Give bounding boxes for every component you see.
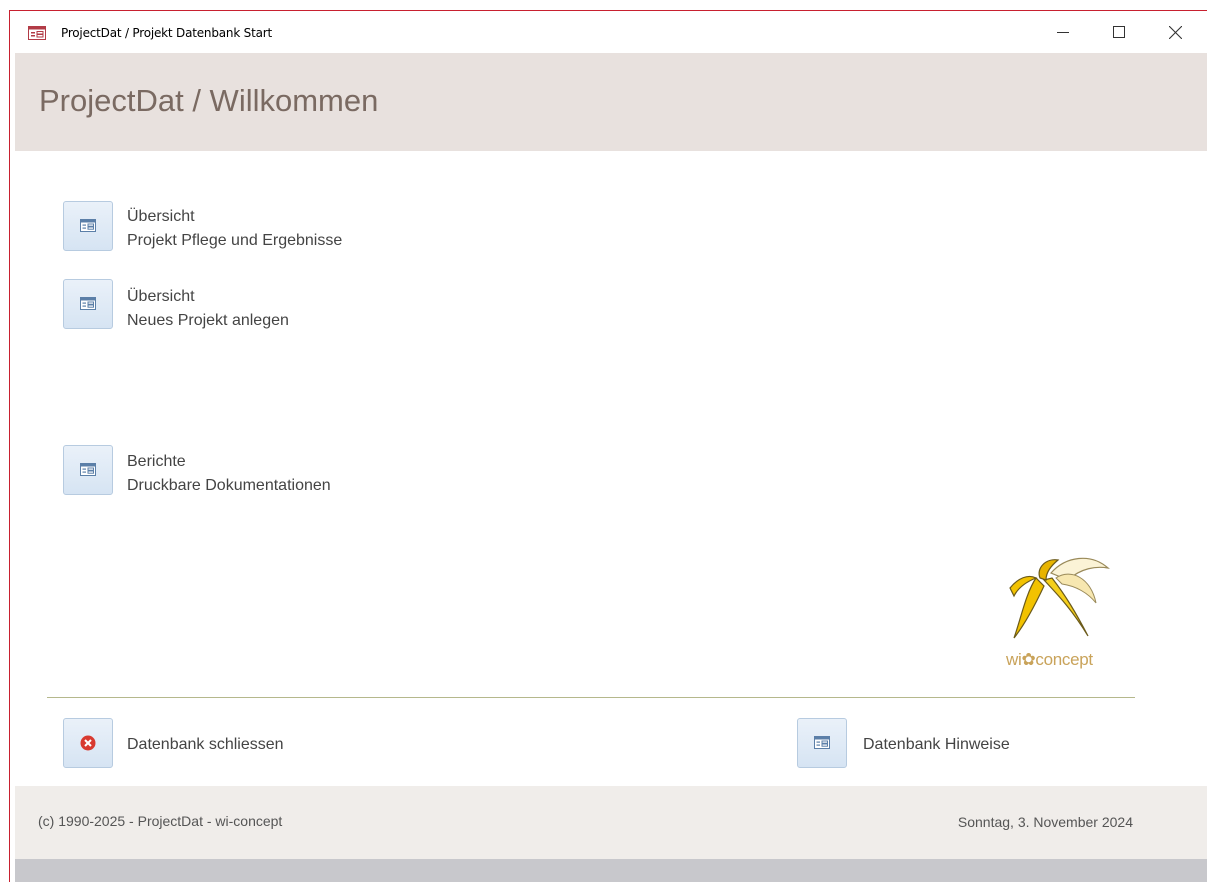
nav-item-2-subtitle: Neues Projekt anlegen — [127, 312, 289, 329]
minimize-icon — [1057, 32, 1069, 33]
maximize-icon — [1113, 26, 1125, 38]
maximize-button[interactable] — [1096, 11, 1142, 53]
logo-text: wi✿concept — [1006, 650, 1093, 669]
close-icon — [1168, 25, 1182, 39]
form-icon — [80, 219, 96, 232]
status-bar — [15, 859, 1207, 882]
footer: (c) 1990-2025 - ProjectDat - wi-concept … — [15, 786, 1207, 859]
nav-item-1-title: Übersicht — [127, 208, 195, 225]
close-window-button[interactable] — [1152, 11, 1198, 53]
new-project-button[interactable] — [63, 279, 113, 329]
app-window: ProjectDat / Projekt Datenbank Start Pro… — [9, 10, 1207, 882]
page-title: ProjectDat / Willkommen — [39, 83, 379, 118]
app-form-icon — [28, 26, 46, 45]
copyright-text: (c) 1990-2025 - ProjectDat - wi-concept — [38, 813, 283, 829]
nav-item-2-title: Übersicht — [127, 288, 195, 305]
nav-item-3-subtitle: Druckbare Dokumentationen — [127, 477, 331, 494]
divider — [47, 697, 1135, 698]
database-hints-button[interactable] — [797, 718, 847, 768]
nav-item-1-subtitle: Projekt Pflege und Ergebnisse — [127, 232, 343, 249]
close-database-label: Datenbank schliessen — [127, 736, 284, 753]
date-text: Sonntag, 3. November 2024 — [957, 814, 1133, 830]
form-icon — [80, 463, 96, 476]
database-hints-label: Datenbank Hinweise — [863, 736, 1010, 753]
banana-logo-icon — [1009, 557, 1110, 639]
nav-item-3-title: Berichte — [127, 453, 186, 470]
close-database-button[interactable] — [63, 718, 113, 768]
form-icon — [80, 297, 96, 310]
minimize-button[interactable] — [1040, 11, 1086, 53]
overview-projects-button[interactable] — [63, 201, 113, 251]
reports-button[interactable] — [63, 445, 113, 495]
wi-concept-logo: wi✿concept — [996, 548, 1116, 676]
window-title: ProjectDat / Projekt Datenbank Start — [61, 26, 272, 40]
title-bar[interactable]: ProjectDat / Projekt Datenbank Start — [10, 11, 1207, 53]
close-circle-icon — [80, 735, 96, 751]
header-band: ProjectDat / Willkommen — [15, 53, 1207, 151]
form-icon — [814, 736, 830, 749]
